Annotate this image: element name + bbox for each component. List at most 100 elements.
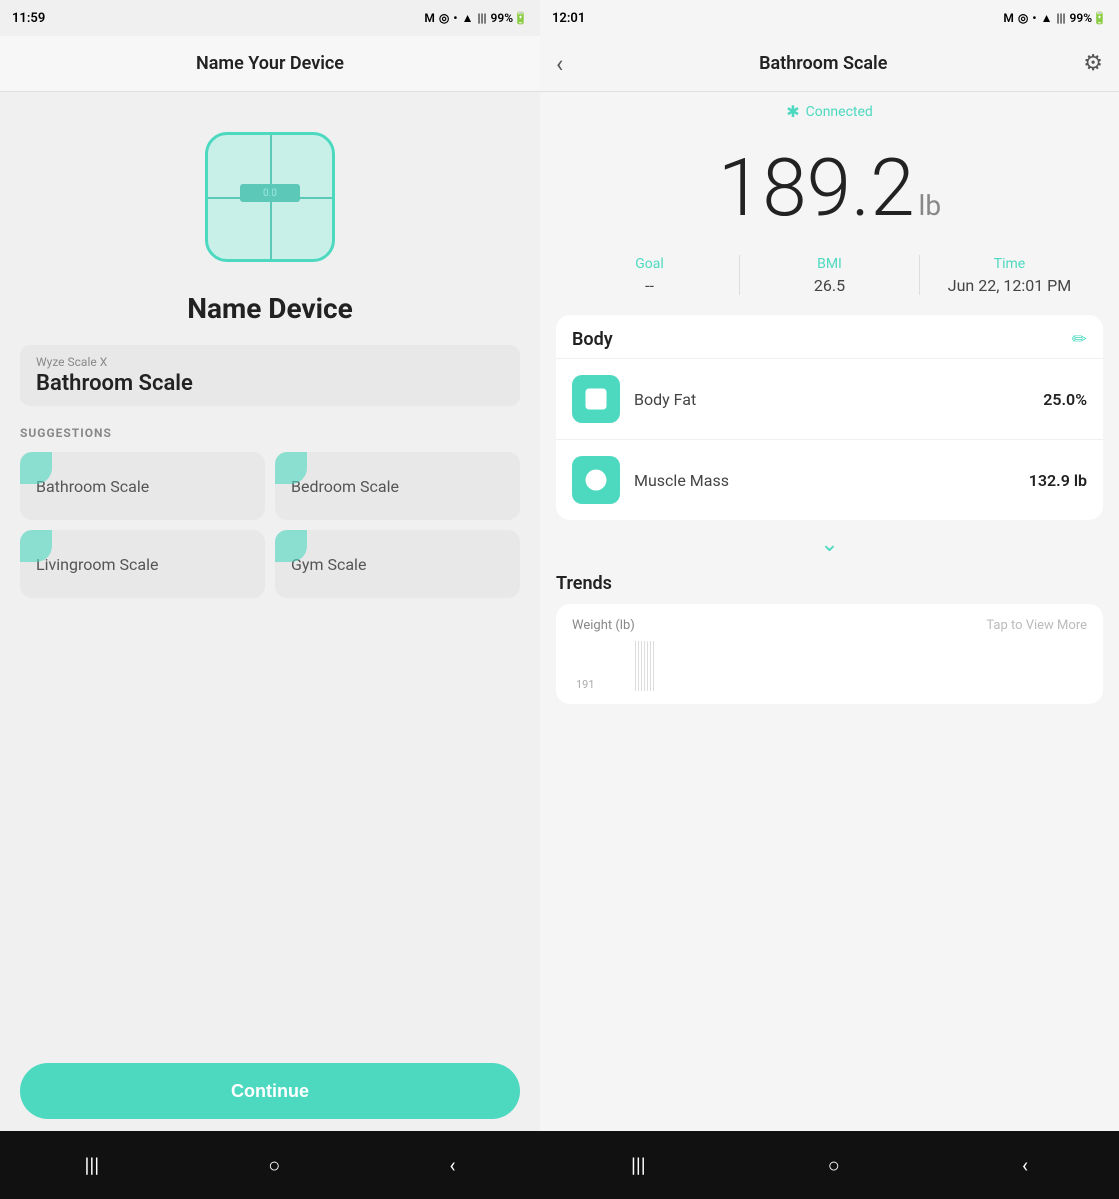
suggestion-label-3: Livingroom Scale	[36, 555, 158, 574]
chart-line-7	[653, 641, 654, 691]
left-panel: 11:59 M ◎ • ▲ ||| 99%🔋 Name Your Device …	[0, 0, 540, 1199]
header-left: Name Your Device	[0, 36, 540, 92]
chart-line-2	[638, 641, 639, 691]
suggestion-gym[interactable]: Gym Scale	[275, 530, 520, 598]
scale-vline	[270, 135, 272, 259]
nav-bar-left: ||| ○ ‹	[0, 1131, 540, 1199]
suggestion-corner-3	[20, 530, 52, 562]
name-device-label: Name Device	[0, 292, 540, 325]
nav-back-icon-left[interactable]: ‹	[449, 1153, 455, 1177]
body-header: Body ✏	[556, 315, 1103, 358]
stat-goal-label: Goal	[560, 256, 739, 272]
back-button[interactable]: ‹	[556, 50, 563, 78]
scale-image-container: 0.0	[0, 92, 540, 282]
bluetooth-icon: ✱	[786, 102, 799, 121]
suggestion-label-4: Gym Scale	[291, 555, 366, 574]
trends-section: Trends Weight (lb) Tap to View More 191	[556, 573, 1103, 704]
dot-icon: •	[453, 11, 457, 25]
stat-time-label: Time	[920, 256, 1099, 272]
device-name-input-container[interactable]: Wyze Scale X Bathroom Scale	[20, 345, 520, 406]
dot-icon-r: •	[1032, 11, 1036, 25]
bluetooth-status: ✱ Connected	[540, 92, 1119, 121]
nav-back-icon-right[interactable]: ‹	[1022, 1153, 1028, 1177]
device-subtitle: Wyze Scale X	[36, 355, 504, 369]
muscle-mass-icon	[582, 466, 610, 494]
metric-muscle-mass: Muscle Mass 132.9 lb	[556, 439, 1103, 520]
chart-line-6	[650, 641, 651, 691]
body-title: Body	[572, 329, 613, 350]
chart-line-3	[641, 641, 642, 691]
body-fat-icon-wrap	[572, 375, 620, 423]
msg-icon: ◎	[439, 11, 449, 25]
suggestion-corner-2	[275, 452, 307, 484]
status-icons-right: M ◎ • ▲ ||| 99%🔋	[1003, 11, 1107, 25]
time-right: 12:01	[552, 11, 585, 26]
body-fat-label: Body Fat	[634, 390, 1043, 409]
stats-row: Goal -- BMI 26.5 Time Jun 22, 12:01 PM	[540, 245, 1119, 305]
header-title-left: Name Your Device	[196, 53, 344, 74]
header-title-right: Bathroom Scale	[759, 53, 887, 74]
battery-left: 99%🔋	[490, 11, 528, 25]
status-bar-left: 11:59 M ◎ • ▲ ||| 99%🔋	[0, 0, 540, 36]
suggestion-bathroom[interactable]: Bathroom Scale	[20, 452, 265, 520]
nav-menu-icon-right[interactable]: |||	[631, 1153, 646, 1177]
battery-right: 99%🔋	[1069, 11, 1107, 25]
device-name-value[interactable]: Bathroom Scale	[36, 371, 504, 396]
edit-icon[interactable]: ✏	[1072, 329, 1087, 350]
suggestion-corner-4	[275, 530, 307, 562]
weight-value: 189.2	[718, 141, 915, 235]
suggestions-label: SUGGESTIONS	[20, 426, 520, 440]
bluetooth-label: Connected	[806, 104, 873, 120]
nav-menu-icon-left[interactable]: |||	[85, 1153, 100, 1177]
weight-unit: lb	[919, 189, 942, 222]
weight-display: 189.2 lb	[540, 121, 1119, 245]
trends-chart[interactable]: Weight (lb) Tap to View More 191	[556, 604, 1103, 704]
muscle-mass-value: 132.9 lb	[1029, 471, 1087, 490]
expand-chevron[interactable]: ⌄	[540, 520, 1119, 569]
nav-home-icon-right[interactable]: ○	[828, 1153, 840, 1178]
chart-label: Weight (lb)	[572, 618, 635, 633]
suggestion-label-2: Bedroom Scale	[291, 477, 399, 496]
chart-bars	[635, 641, 1083, 691]
chart-header: Weight (lb) Tap to View More	[572, 618, 1087, 633]
body-section: Body ✏ Body Fat 25.0% Muscle Mass 132.9 …	[556, 315, 1103, 520]
chart-tap[interactable]: Tap to View More	[986, 618, 1087, 633]
trends-title: Trends	[556, 573, 1103, 594]
suggestions-grid: Bathroom Scale Bedroom Scale Livingroom …	[20, 452, 520, 598]
stat-time-value: Jun 22, 12:01 PM	[920, 276, 1099, 295]
mail-icon-r: M	[1003, 11, 1014, 25]
muscle-mass-label: Muscle Mass	[634, 471, 1029, 490]
nav-bar-right: ||| ○ ‹	[540, 1131, 1119, 1199]
body-fat-icon	[582, 385, 610, 413]
body-fat-value: 25.0%	[1043, 390, 1087, 409]
stat-goal-value: --	[560, 276, 739, 295]
stat-bmi: BMI 26.5	[740, 256, 919, 295]
signal-icon-r: |||	[1056, 11, 1065, 25]
suggestion-corner-1	[20, 452, 52, 484]
stat-bmi-label: BMI	[740, 256, 919, 272]
mail-icon: M	[424, 11, 435, 25]
status-icons-left: M ◎ • ▲ ||| 99%🔋	[424, 11, 528, 25]
nav-home-icon-left[interactable]: ○	[268, 1153, 280, 1178]
suggestion-livingroom[interactable]: Livingroom Scale	[20, 530, 265, 598]
chart-y-label: 191	[576, 678, 595, 691]
chart-line-4	[644, 641, 645, 691]
header-right: ‹ Bathroom Scale ⚙	[540, 36, 1119, 92]
suggestion-bedroom[interactable]: Bedroom Scale	[275, 452, 520, 520]
suggestion-label-1: Bathroom Scale	[36, 477, 149, 496]
msg-icon-r: ◎	[1018, 11, 1028, 25]
scale-icon: 0.0	[205, 132, 335, 262]
chart-line-1	[635, 641, 636, 691]
stat-time: Time Jun 22, 12:01 PM	[920, 256, 1099, 295]
gear-icon[interactable]: ⚙	[1083, 51, 1103, 76]
right-panel: 12:01 M ◎ • ▲ ||| 99%🔋 ‹ Bathroom Scale …	[540, 0, 1119, 1199]
continue-button[interactable]: Continue	[20, 1063, 520, 1119]
wifi-icon: ▲	[462, 11, 474, 25]
time-left: 11:59	[12, 11, 45, 26]
signal-icon: |||	[477, 11, 486, 25]
stat-goal: Goal --	[560, 256, 739, 295]
chart-line-5	[647, 641, 648, 691]
chart-area: 191	[572, 641, 1087, 691]
metric-body-fat: Body Fat 25.0%	[556, 358, 1103, 439]
wifi-icon-r: ▲	[1041, 11, 1053, 25]
